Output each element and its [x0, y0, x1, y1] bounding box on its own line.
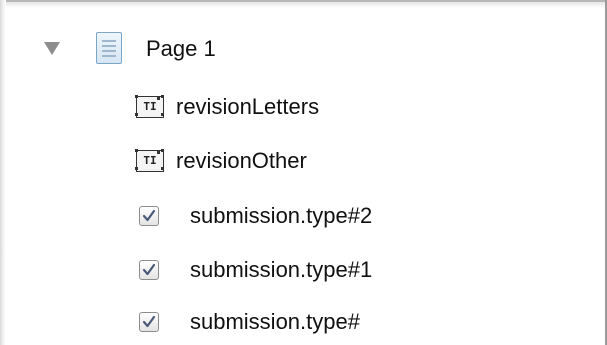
tree-item-submission-type[interactable]: submission.type#	[190, 309, 360, 335]
tree-item-submission-type-2[interactable]: submission.type#2	[190, 203, 372, 229]
tree-item-revision-other[interactable]: revisionOther	[176, 148, 307, 174]
checkmark-icon	[142, 315, 156, 328]
tree-item-submission-type-1[interactable]: submission.type#1	[190, 257, 372, 283]
form-fields-panel: Page 1 TI revisionLetters TI revisionOth…	[0, 0, 607, 345]
text-field-icon: TI	[135, 95, 164, 118]
tree-item-revision-letters[interactable]: revisionLetters	[176, 94, 319, 120]
panel-top-shadow	[0, 2, 607, 8]
page-icon	[96, 32, 122, 64]
tree-row-page-1[interactable]	[0, 28, 600, 68]
text-field-icon: TI	[135, 149, 164, 172]
checkmark-icon	[142, 263, 156, 276]
checkmark-icon	[142, 209, 156, 222]
checkbox-icon	[139, 260, 159, 280]
tree-root-label[interactable]: Page 1	[146, 36, 216, 62]
checkbox-icon	[139, 312, 159, 332]
disclosure-triangle-icon[interactable]	[44, 42, 60, 55]
checkbox-icon	[139, 206, 159, 226]
